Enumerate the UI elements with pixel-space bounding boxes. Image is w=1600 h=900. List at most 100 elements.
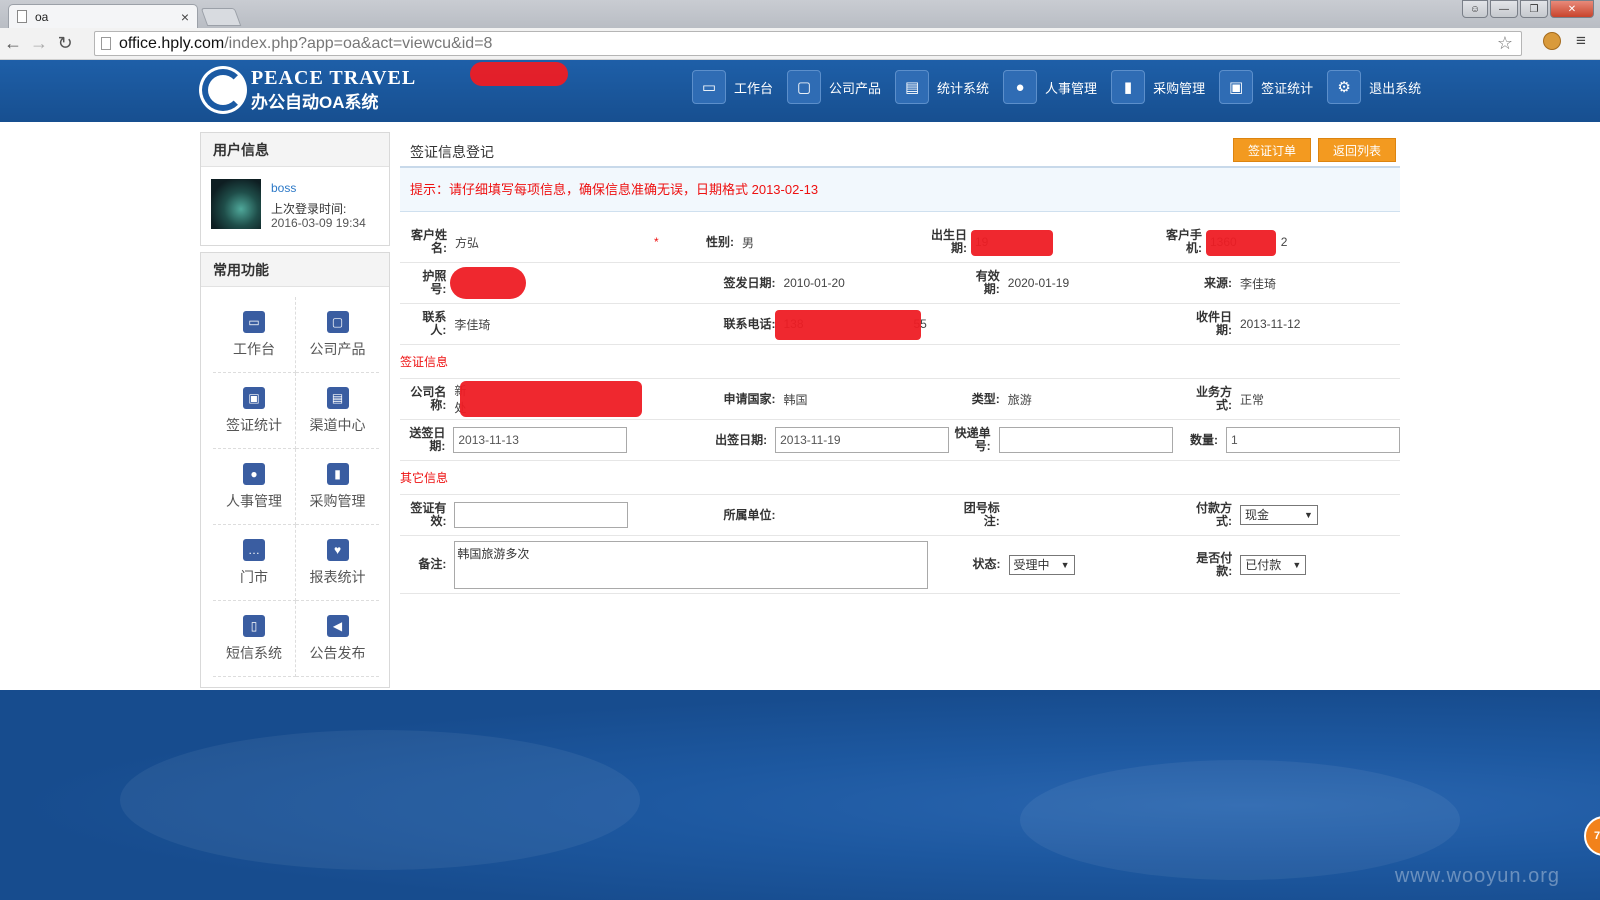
quantity-input[interactable]: 1 [1226, 427, 1400, 453]
payment-method-label: 付款方式: [1195, 501, 1232, 528]
func-label: 人事管理 [226, 492, 282, 509]
visa-valid-label: 签证有效: [410, 501, 447, 528]
redaction-mark [775, 310, 922, 340]
card-icon: ▣ [243, 386, 265, 409]
func-products[interactable]: ▢ 公司产品 [296, 297, 379, 373]
document-icon [17, 10, 27, 23]
bookmark-star-icon[interactable]: ☆ [1497, 33, 1513, 54]
back-arrow-icon[interactable]: ← [0, 33, 26, 54]
page-title: 签证信息登记 [410, 144, 494, 160]
logo[interactable]: PEACE TRAVEL 办公自动OA系统 [199, 66, 416, 114]
minimize-button[interactable]: — [1490, 0, 1518, 18]
func-hr[interactable]: ● 人事管理 [213, 449, 296, 525]
browser-tab[interactable]: oa × [8, 4, 198, 28]
close-window-button[interactable]: ✕ [1550, 0, 1594, 18]
type-value: 旅游 [1007, 392, 1032, 407]
func-label: 采购管理 [309, 492, 366, 509]
func-store[interactable]: … 门市 [213, 525, 296, 601]
footer-decoration [120, 730, 640, 870]
send-date-input[interactable]: 2013-11-13 [453, 427, 628, 453]
redaction-mark [971, 230, 1053, 256]
out-date-input[interactable]: 2013-11-19 [775, 427, 950, 453]
express-no-label: 快递单号: [954, 426, 991, 453]
nav-label: 退出系统 [1369, 80, 1422, 96]
speaker-icon: ◀ [326, 614, 349, 637]
new-tab-button[interactable] [200, 8, 242, 26]
visa-order-button[interactable]: 签证订单 [1233, 138, 1312, 162]
func-workbench[interactable]: ▭ 工作台 [213, 297, 296, 373]
last-login-time: 2016-03-09 19:34 [271, 216, 366, 230]
tab-title: oa [35, 9, 49, 24]
profile-icon[interactable]: ☺ [1462, 0, 1488, 18]
monitor-icon: ▭ [692, 70, 726, 104]
payment-method-select[interactable]: 现金 ▼ [1239, 505, 1318, 525]
page-footer: www.wooyun.org [0, 690, 1600, 900]
nav-workbench[interactable]: ▭ 工作台 [692, 70, 773, 104]
nav-hr[interactable]: ● 人事管理 [1003, 70, 1097, 104]
reload-icon[interactable]: ↻ [52, 33, 78, 54]
tip-message: 提示：请仔细填写每项信息，确保信息准确无误，日期格式 2013-02-13 [400, 168, 1400, 212]
watermark: www.wooyun.org [1394, 865, 1560, 887]
nav-statistics[interactable]: ▤ 统计系统 [895, 70, 989, 104]
func-label: 公司产品 [309, 340, 366, 357]
browser-toolbar: ← → ↻ office.hply.com/index.php?app=oa&a… [0, 28, 1600, 60]
form-row: 客户姓名: 方弘 * 性别: 男 出生日期: 19 客户手机: 13602 [400, 222, 1400, 263]
avatar [211, 179, 261, 229]
visa-valid-input[interactable] [454, 502, 629, 528]
required-mark: * [654, 235, 659, 249]
func-label: 公告发布 [309, 644, 366, 661]
func-channel[interactable]: ▤ 渠道中心 [296, 373, 379, 449]
form-row: 公司名称: 新处 申请国家: 韩国 类型: 旅游 业务方式: 正常 [400, 379, 1400, 420]
people-icon: ● [1003, 70, 1038, 104]
back-to-list-button[interactable]: 返回列表 [1318, 138, 1397, 162]
nav-purchase[interactable]: ▮ 采购管理 [1111, 70, 1205, 104]
nav-visa-stats[interactable]: ▣ 签证统计 [1219, 70, 1313, 104]
top-nav: ▭ 工作台 ▢ 公司产品 ▤ 统计系统 ● 人事管理 ▮ 采购管理 ▣ 签证统计… [692, 70, 1435, 104]
valid-until-label: 有效期: [975, 269, 1000, 296]
nav-label: 统计系统 [937, 80, 990, 96]
contact-person-label: 联系人: [422, 310, 447, 337]
func-visa-stats[interactable]: ▣ 签证统计 [213, 373, 296, 449]
form-row: 联系人: 李佳琦 联系电话: 13855 收件日期: 2013-11-12 [400, 304, 1400, 345]
payment-method-value: 现金 [1244, 508, 1269, 522]
chart-icon: ▤ [895, 70, 930, 104]
customer-name-value: 方弘 [455, 235, 480, 250]
is-paid-select[interactable]: 已付款 ▼ [1240, 554, 1307, 575]
menu-icon[interactable]: ≡ [1576, 31, 1586, 51]
quantity-label: 数量: [1190, 432, 1218, 447]
close-tab-icon[interactable]: × [181, 9, 189, 25]
func-label: 短信系统 [226, 644, 282, 661]
func-notice[interactable]: ◀ 公告发布 [296, 601, 379, 677]
url-host: office.hply.com [119, 34, 225, 52]
url-path: /index.php?app=oa&act=viewcu&id=8 [224, 34, 493, 52]
group-mark-label: 团号标注: [963, 501, 1000, 528]
purchase-icon: ▮ [1111, 70, 1146, 104]
source-value: 李佳琦 [1239, 276, 1276, 291]
remark-textarea[interactable]: 韩国旅游多次 [454, 540, 929, 589]
address-bar[interactable]: office.hply.com/index.php?app=oa&act=vie… [94, 31, 1522, 56]
maximize-button[interactable]: ❐ [1520, 0, 1548, 18]
nav-products[interactable]: ▢ 公司产品 [787, 70, 881, 104]
chat-icon: … [243, 538, 265, 561]
func-purchase[interactable]: ▮ 采购管理 [296, 449, 379, 525]
nav-label: 签证统计 [1261, 80, 1314, 96]
forward-arrow-icon[interactable]: → [26, 33, 52, 54]
common-functions-box: 常用功能 ▭ 工作台 ▢ 公司产品 ▣ 签证统计 ▤ 渠道中心 ● 人事管理 ▮ 采购管理 … [200, 252, 390, 688]
status-select[interactable]: 受理中 ▼ [1008, 554, 1075, 575]
nav-label: 公司产品 [829, 80, 882, 96]
customer-name-label: 客户姓名: [410, 228, 447, 255]
express-no-input[interactable] [998, 427, 1173, 453]
people-icon: ● [243, 462, 265, 485]
is-paid-value: 已付款 [1245, 557, 1282, 572]
dropdown-arrow-icon: ▼ [1304, 510, 1313, 520]
receive-date-label: 收件日期: [1195, 310, 1232, 337]
issue-date-label: 签发日期: [723, 275, 776, 290]
dropdown-arrow-icon: ▼ [1292, 559, 1302, 570]
cookie-extension-icon[interactable] [1543, 32, 1561, 50]
func-reports[interactable]: ♥ 报表统计 [296, 525, 379, 601]
user-name-link[interactable]: boss [271, 181, 296, 195]
common-functions-title: 常用功能 [201, 253, 389, 287]
business-mode-value: 正常 [1239, 392, 1264, 407]
func-sms[interactable]: ▯ 短信系统 [213, 601, 296, 677]
nav-logout[interactable]: ⚙ 退出系统 [1327, 70, 1421, 104]
